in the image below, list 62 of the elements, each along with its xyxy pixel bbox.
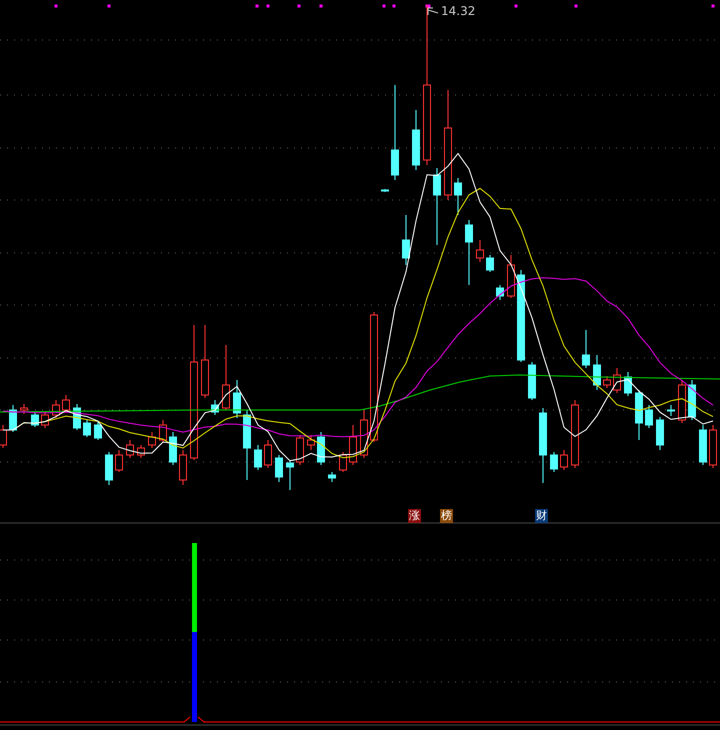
- candlestick: [486, 254, 494, 272]
- candlestick: [31, 412, 39, 428]
- candlestick: [20, 404, 28, 414]
- candlestick: [507, 254, 515, 298]
- candlestick: [624, 372, 632, 396]
- candlestick: [94, 422, 102, 440]
- candlestick: [635, 390, 643, 440]
- candlestick: [233, 380, 241, 418]
- candlestick: [528, 362, 536, 400]
- candlestick: [105, 452, 113, 486]
- candlestick: [593, 354, 601, 390]
- candlestick: [115, 450, 123, 472]
- candlestick: [52, 400, 60, 418]
- candlestick: [613, 368, 621, 394]
- candlestick: [179, 450, 187, 486]
- candlestick: [476, 240, 484, 262]
- candlestick: [678, 380, 686, 424]
- candlestick: [328, 472, 336, 482]
- candlestick: [137, 444, 145, 458]
- candlestick: [656, 416, 664, 450]
- candlestick: [645, 404, 653, 428]
- candlestick: [62, 394, 70, 414]
- candlestick: [286, 460, 294, 490]
- candlestick: [465, 220, 473, 286]
- candlestick: [454, 178, 462, 216]
- candlestick: [496, 284, 504, 300]
- candlestick: [222, 344, 230, 410]
- marker-badge: 榜: [440, 509, 453, 523]
- candlestick: [339, 452, 347, 472]
- candlestick: [360, 410, 368, 458]
- candlestick: [275, 454, 283, 482]
- candlestick: [243, 410, 251, 480]
- candlestick: [41, 412, 49, 428]
- candlestick: [296, 434, 304, 466]
- candlestick: [571, 400, 579, 468]
- candlestick: [307, 434, 315, 450]
- candlestick: [603, 376, 611, 388]
- candlestick: [148, 432, 156, 448]
- candlestick: [9, 404, 17, 432]
- candlestick: [699, 424, 707, 466]
- candlestick: [126, 440, 134, 458]
- marker-badge: 财: [535, 509, 548, 523]
- candlestick: [560, 450, 568, 470]
- candlestick: [211, 400, 219, 416]
- candlestick: [709, 424, 717, 468]
- candlestick: [667, 404, 675, 416]
- candlestick: [412, 110, 420, 170]
- price-label: 14.32: [441, 4, 476, 18]
- candlestick: [402, 214, 410, 266]
- candlestick: [254, 444, 262, 470]
- candlestick: [264, 440, 272, 468]
- marker-badge: 涨: [408, 509, 421, 523]
- candlestick: [381, 188, 389, 192]
- candlestick: [169, 432, 177, 466]
- candlestick: [83, 420, 91, 438]
- candlestick: [159, 420, 167, 442]
- candlestick: [550, 452, 558, 472]
- candlestick: [582, 330, 590, 368]
- candlestick: [688, 380, 696, 420]
- candlestick: [317, 432, 325, 466]
- candlestick: [349, 424, 357, 466]
- pointer-icon: [428, 8, 438, 16]
